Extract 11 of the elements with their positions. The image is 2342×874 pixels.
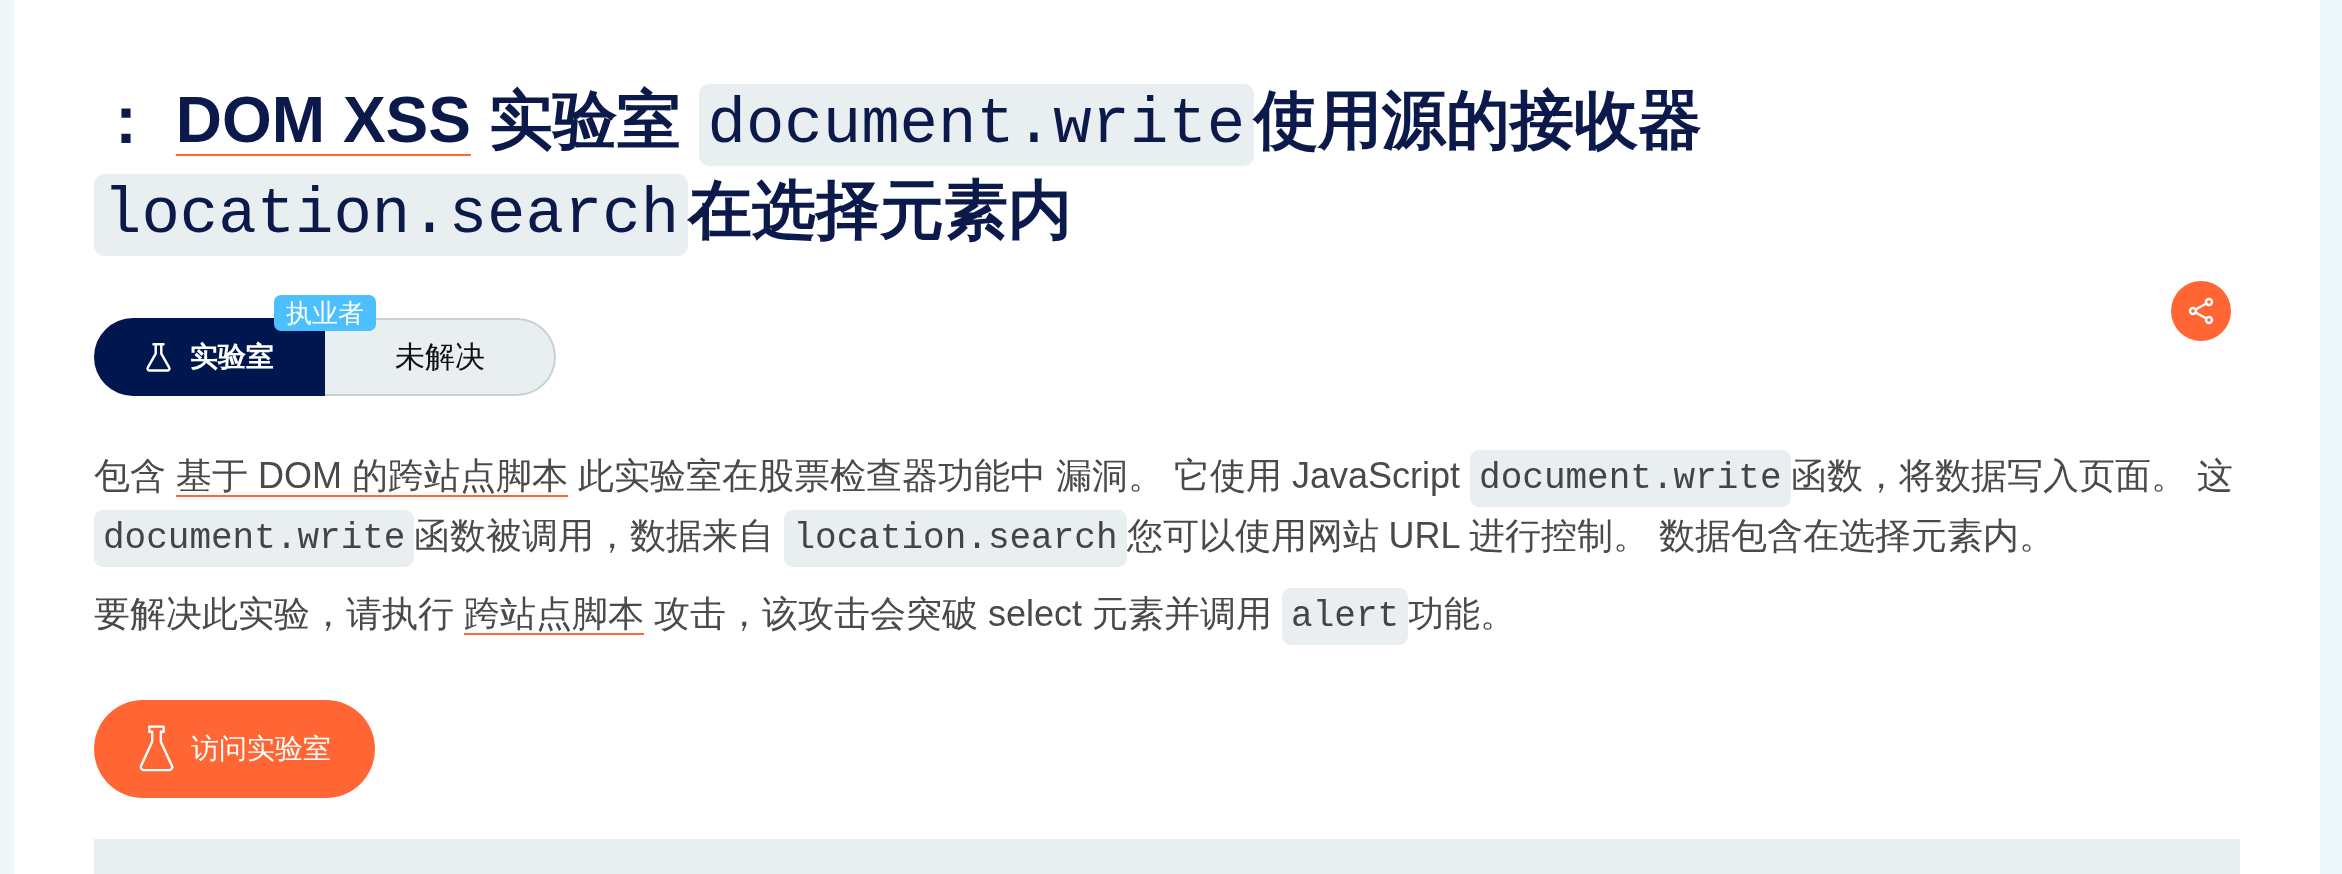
share-icon xyxy=(2188,297,2214,325)
lab-type-label: 实验室 xyxy=(190,340,274,374)
description-paragraph: 要解决此实验，请执行 跨站点脚本 攻击，该攻击会突破 select 元素并调用 alert 功能。 xyxy=(94,584,2264,644)
lab-title: ： DOM XSS 实验室 document.write使用源的接收器 location.search 在选择元素内 xyxy=(94,75,2264,255)
description-paragraph: 包含 基于 DOM 的跨站点脚本 此实验室在股票检查器功能中 漏洞。 它使用 JavaScript document.write 函数，将数据写入页面。 这 document.write 函数被调用，数据来自 location.search 您可以使用网站 URL 进行控制。 数据包含在选择元素内。 xyxy=(94,446,2264,566)
share-button[interactable] xyxy=(2171,281,2231,341)
text-link[interactable]: 基于 DOM 的跨站点脚本 xyxy=(176,455,568,496)
flask-icon xyxy=(145,342,172,372)
text-link[interactable]: DOM XSS xyxy=(175,84,471,156)
flask-icon xyxy=(137,725,176,773)
text-link[interactable]: 跨站点脚本 xyxy=(464,593,644,634)
